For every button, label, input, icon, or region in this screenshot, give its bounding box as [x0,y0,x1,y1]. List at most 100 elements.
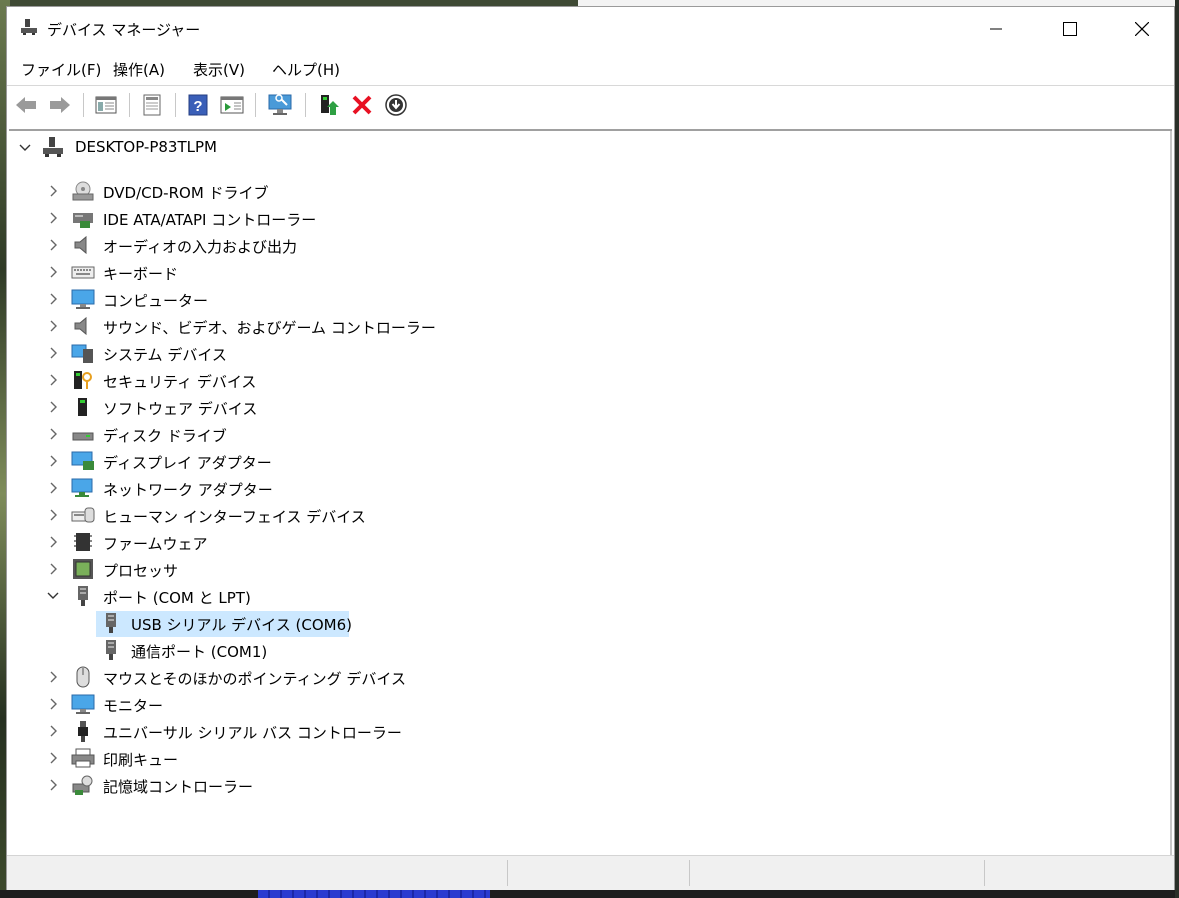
properties-button[interactable] [139,92,165,118]
tree-device-label[interactable]: USB シリアル デバイス (COM6) [131,614,352,635]
menu-file[interactable]: ファイル(F) [21,59,101,80]
window-title: デバイス マネージャー [47,21,201,39]
tree-category-label[interactable]: プロセッサ [103,560,178,581]
chevron-right-icon[interactable] [47,752,59,764]
chevron-right-icon[interactable] [47,509,59,521]
chevron-right-icon[interactable] [47,779,59,791]
maximize-button[interactable] [1047,7,1093,51]
hid-icon [71,507,95,523]
toolbar: ? [7,87,1174,121]
tree-category-label[interactable]: ポート (COM と LPT) [103,587,251,608]
security-device-icon [74,371,92,389]
menu-bar: ファイル(F) 操作(A) 表示(V) ヘルプ(H) [7,55,1174,83]
help-button[interactable]: ? [185,92,211,118]
tree-category-label[interactable]: DVD/CD-ROM ドライブ [103,182,269,203]
device-manager-app-icon [21,19,37,35]
network-adapter-icon [71,478,93,497]
uninstall-device-button[interactable] [349,92,375,118]
monitor-icon [71,694,95,714]
tree-category-label[interactable]: モニター [103,695,163,716]
audio-icon [74,235,87,255]
computer-root-icon [43,137,63,157]
close-icon [1135,22,1149,36]
tree-category-label[interactable]: ユニバーサル シリアル バス コントローラー [103,722,402,743]
processor-icon [73,559,93,579]
chevron-down-icon[interactable] [19,142,31,154]
disable-device-button[interactable] [383,92,409,118]
device-tree[interactable]: DESKTOP-P83TLPM DVD/CD-ROM ドライブ IDE ATA/A… [9,129,1172,855]
chevron-right-icon[interactable] [47,482,59,494]
tree-category-label[interactable]: ネットワーク アダプター [103,479,273,500]
menu-view[interactable]: 表示(V) [193,59,245,80]
chevron-right-icon[interactable] [47,725,59,737]
tree-category-label[interactable]: ソフトウェア デバイス [103,398,257,419]
update-driver-button[interactable] [315,92,341,118]
firmware-icon [74,533,92,551]
help-icon: ? [188,94,208,116]
menu-action[interactable]: 操作(A) [113,59,165,80]
disk-drive-icon [72,432,94,441]
tree-category-label[interactable]: マウスとそのほかのポインティング デバイス [103,668,406,689]
action-pane-button[interactable] [219,92,245,118]
chevron-right-icon[interactable] [47,347,59,359]
chevron-right-icon[interactable] [47,536,59,548]
chevron-right-icon[interactable] [47,455,59,467]
forward-button[interactable] [47,92,73,118]
menu-divider [7,85,1174,86]
console-tree-button[interactable] [93,92,119,118]
tree-category-label[interactable]: ファームウェア [103,533,208,554]
tree-root-label[interactable]: DESKTOP-P83TLPM [75,138,217,156]
chevron-right-icon[interactable] [47,212,59,224]
tree-category-label[interactable]: サウンド、ビデオ、およびゲーム コントローラー [103,317,436,338]
tree-category-label[interactable]: キーボード [103,263,178,284]
dvd-drive-icon [72,181,94,201]
usb-controller-icon [78,721,88,742]
tree-category-label[interactable]: 記憶域コントローラー [103,776,253,797]
chevron-right-icon[interactable] [47,401,59,413]
tree-category-label[interactable]: コンピューター [103,290,208,311]
mouse-icon [76,666,90,688]
update-driver-icon [321,95,339,115]
chevron-right-icon[interactable] [47,698,59,710]
scan-hardware-button[interactable] [267,92,293,118]
port-icon [78,586,88,606]
tree-category-label[interactable]: オーディオの入力および出力 [103,236,297,257]
chevron-right-icon[interactable] [47,428,59,440]
computer-icon [71,289,95,309]
action-pane-icon [220,96,244,114]
svg-text:?: ? [193,98,202,115]
properties-icon [143,94,161,116]
menu-help[interactable]: ヘルプ(H) [272,59,340,80]
chevron-right-icon[interactable] [47,293,59,305]
chevron-right-icon[interactable] [47,671,59,683]
chevron-right-icon[interactable] [47,563,59,575]
scan-hardware-icon [268,94,292,115]
chevron-right-icon[interactable] [47,374,59,386]
title-bar[interactable]: デバイス マネージャー [7,7,1174,51]
sound-icon [74,316,87,336]
tree-border-right [1170,131,1172,855]
show-hide-console-tree-icon [95,96,117,114]
disable-device-icon [385,94,407,116]
back-button[interactable] [13,92,39,118]
chevron-right-icon[interactable] [47,320,59,332]
keyboard-icon [71,266,95,279]
chevron-down-icon[interactable] [47,590,59,602]
minimize-icon [990,28,1002,30]
forward-icon [50,97,70,113]
chevron-right-icon[interactable] [47,266,59,278]
minimize-button[interactable] [973,7,1019,51]
close-button[interactable] [1119,7,1165,51]
chevron-right-icon[interactable] [47,239,59,251]
tree-category-label[interactable]: セキュリティ デバイス [103,371,256,392]
tree-device-label[interactable]: 通信ポート (COM1) [131,641,267,662]
tree-category-label[interactable]: システム デバイス [103,344,227,365]
tree-category-label[interactable]: ヒューマン インターフェイス デバイス [103,506,366,527]
status-bar [7,855,1174,890]
chevron-right-icon[interactable] [47,185,59,197]
tree-category-label[interactable]: ディスク ドライブ [103,425,227,446]
tree-category-label[interactable]: 印刷キュー [103,749,178,770]
desktop-background-right [1175,0,1179,898]
tree-category-label[interactable]: ディスプレイ アダプター [103,452,272,473]
tree-category-label[interactable]: IDE ATA/ATAPI コントローラー [103,209,316,230]
